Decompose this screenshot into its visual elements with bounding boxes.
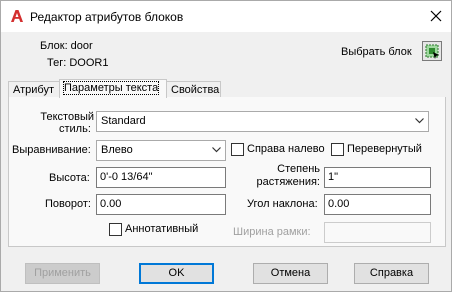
ok-button[interactable]: OK bbox=[139, 263, 214, 284]
tab-text-options-label: Параметры текста bbox=[62, 81, 160, 95]
autocad-app-icon bbox=[11, 10, 23, 22]
block-attribute-editor-dialog: Редактор атрибутов блоков Блок: door Тег… bbox=[0, 0, 452, 292]
annotative-label: Аннотативный bbox=[125, 223, 199, 235]
cancel-button-label: Отмена bbox=[270, 267, 311, 279]
width-factor-label-line2: растяжения: bbox=[256, 176, 320, 188]
backwards-checkbox[interactable] bbox=[231, 143, 244, 156]
tab-properties-label: Свойства bbox=[171, 84, 220, 96]
height-label: Высота: bbox=[49, 172, 90, 184]
title-bar: Редактор атрибутов блоков bbox=[1, 1, 451, 32]
help-button-label: Справка bbox=[369, 267, 414, 279]
text-style-label-line2: стиль: bbox=[59, 123, 91, 135]
rotation-value: 0.00 bbox=[100, 198, 122, 210]
justification-dropdown[interactable]: Влево bbox=[96, 140, 226, 161]
oblique-angle-value: 0.00 bbox=[328, 198, 350, 210]
close-icon bbox=[430, 10, 442, 22]
width-factor-input[interactable]: 1" bbox=[324, 167, 431, 188]
justification-value: Влево bbox=[101, 144, 133, 156]
rotation-input[interactable]: 0.00 bbox=[96, 194, 226, 215]
chevron-down-icon bbox=[212, 147, 221, 153]
oblique-angle-label: Угол наклона: bbox=[247, 198, 318, 210]
help-button[interactable]: Справка bbox=[354, 263, 429, 284]
width-factor-value: 1" bbox=[328, 171, 339, 183]
cancel-button[interactable]: Отмена bbox=[253, 263, 328, 284]
chevron-down-icon bbox=[415, 118, 424, 124]
window-title: Редактор атрибутов блоков bbox=[30, 10, 184, 24]
tab-attribute-label: Атрибут bbox=[13, 84, 54, 96]
tab-attribute[interactable]: Атрибут bbox=[8, 81, 60, 97]
tab-properties[interactable]: Свойства bbox=[166, 81, 221, 97]
tag-name-label: Тег: DOOR1 bbox=[47, 57, 109, 69]
boundary-width-label: Ширина рамки: bbox=[233, 226, 311, 238]
height-input[interactable]: 0'-0 13/64" bbox=[96, 167, 226, 188]
annotative-checkbox[interactable] bbox=[109, 223, 122, 236]
width-factor-label-line1: Степень bbox=[277, 163, 320, 175]
close-button[interactable] bbox=[421, 1, 451, 31]
upside-down-checkbox[interactable] bbox=[331, 143, 344, 156]
oblique-angle-input[interactable]: 0.00 bbox=[324, 194, 431, 215]
apply-button-label: Применить bbox=[34, 267, 91, 279]
backwards-label: Справа налево bbox=[247, 143, 325, 155]
select-block-button[interactable] bbox=[422, 41, 442, 61]
upside-down-label: Перевернутый bbox=[347, 143, 422, 155]
tab-text-options[interactable]: Параметры текста bbox=[59, 79, 167, 98]
text-style-value: Standard bbox=[101, 115, 146, 127]
height-value: 0'-0 13/64" bbox=[100, 171, 153, 183]
block-name-label: Блок: door bbox=[40, 40, 93, 52]
apply-button[interactable]: Применить bbox=[25, 263, 100, 284]
select-block-label: Выбрать блок bbox=[341, 46, 412, 58]
text-style-dropdown[interactable]: Standard bbox=[96, 111, 429, 132]
boundary-width-input[interactable] bbox=[324, 222, 431, 243]
select-objects-icon bbox=[425, 44, 439, 59]
text-style-label-line1: Текстовый bbox=[40, 111, 94, 123]
ok-button-label: OK bbox=[168, 267, 185, 279]
rotation-label: Поворот: bbox=[45, 198, 91, 210]
justification-label: Выравнивание: bbox=[12, 144, 91, 156]
